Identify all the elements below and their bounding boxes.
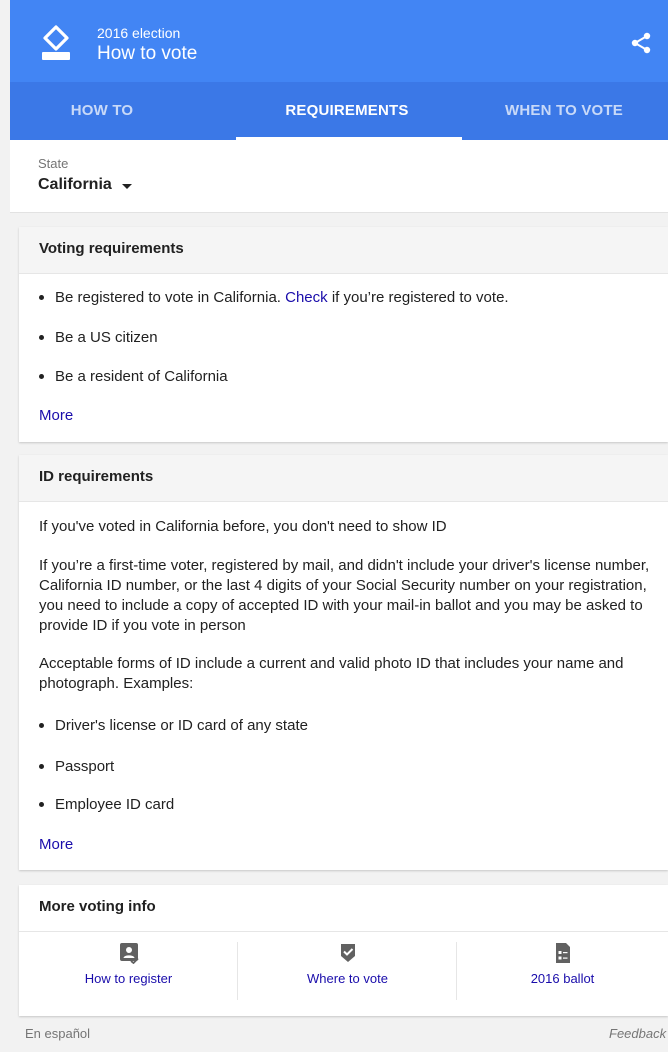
more-voting-info-row: How to register Where to vote 2016 ballo… bbox=[19, 932, 668, 1004]
ballot-2016-button[interactable]: 2016 ballot bbox=[457, 932, 668, 1004]
ballot-box-icon bbox=[42, 25, 70, 60]
voting-requirements-more-link[interactable]: More bbox=[39, 407, 73, 424]
header-title: How to vote bbox=[97, 43, 198, 64]
list-item: Passport bbox=[39, 758, 114, 775]
app-header: 2016 election How to vote bbox=[10, 0, 668, 82]
how-to-register-label: How to register bbox=[84, 971, 173, 986]
share-icon[interactable] bbox=[629, 31, 653, 55]
state-selector-panel: State California bbox=[10, 140, 668, 213]
bullet-text: Be a resident of California bbox=[55, 368, 228, 385]
bullet-text: Be registered to vote in California. bbox=[55, 289, 286, 306]
bullet-icon bbox=[39, 334, 44, 340]
header-subtitle: 2016 election bbox=[97, 25, 181, 41]
state-value: California bbox=[38, 176, 112, 193]
list-item: Be registered to vote in California. Che… bbox=[39, 289, 509, 306]
state-label: State bbox=[38, 156, 69, 171]
bullet-icon bbox=[39, 763, 44, 769]
more-voting-info-card: More voting info How to register Where t… bbox=[19, 885, 668, 1016]
bullet-icon bbox=[39, 722, 44, 728]
id-requirements-card: ID requirements If you've voted in Calif… bbox=[19, 455, 668, 870]
register-icon bbox=[119, 943, 139, 964]
bullet-text: if you’re registered to vote. bbox=[327, 289, 509, 306]
bullet-text: Driver's license or ID card of any state bbox=[55, 717, 308, 734]
id-paragraph-3: Acceptable forms of ID include a current… bbox=[39, 655, 624, 692]
id-requirements-heading: ID requirements bbox=[39, 468, 154, 485]
where-to-vote-label: Where to vote bbox=[307, 971, 388, 986]
id-paragraph-1: If you've voted in California before, yo… bbox=[39, 518, 447, 535]
list-item: Be a resident of California bbox=[39, 368, 228, 385]
state-dropdown[interactable]: California bbox=[38, 176, 132, 194]
bullet-text: Employee ID card bbox=[55, 796, 175, 813]
where-to-vote-button[interactable]: Where to vote bbox=[238, 932, 457, 1004]
voting-requirements-card: Voting requirements Be registered to vot… bbox=[19, 227, 668, 442]
voting-requirements-heading: Voting requirements bbox=[39, 240, 184, 257]
bullet-text: Be a US citizen bbox=[55, 329, 158, 346]
ballot-icon bbox=[555, 943, 570, 963]
list-item: Be a US citizen bbox=[39, 329, 158, 346]
tab-how-to[interactable]: HOW TO bbox=[10, 82, 234, 140]
tab-requirements[interactable]: REQUIREMENTS bbox=[234, 82, 462, 140]
feedback-link[interactable]: Feedback bbox=[609, 1026, 666, 1041]
tab-when-to-vote[interactable]: WHEN TO VOTE bbox=[460, 82, 668, 140]
language-link[interactable]: En español bbox=[25, 1026, 90, 1041]
list-item: Driver's license or ID card of any state bbox=[39, 717, 308, 734]
list-item: Employee ID card bbox=[39, 796, 174, 813]
id-paragraph-2: If you’re a first-time voter, registered… bbox=[39, 557, 650, 634]
bullet-icon bbox=[39, 294, 44, 300]
bullet-icon bbox=[39, 373, 44, 379]
check-registration-link[interactable]: Check bbox=[285, 289, 328, 306]
id-requirements-header: ID requirements bbox=[19, 455, 668, 502]
page: 2016 election How to vote HOW TO REQUIRE… bbox=[0, 0, 668, 1052]
bullet-icon bbox=[39, 801, 44, 807]
location-check-icon bbox=[340, 944, 355, 962]
how-to-register-button[interactable]: How to register bbox=[19, 932, 238, 1004]
bullet-text: Passport bbox=[55, 758, 115, 775]
id-requirements-more-link[interactable]: More bbox=[39, 836, 73, 853]
tab-bar: HOW TO REQUIREMENTS WHEN TO VOTE bbox=[10, 82, 668, 140]
dropdown-arrow-icon bbox=[121, 183, 132, 189]
ballot-2016-label: 2016 ballot bbox=[530, 971, 595, 986]
more-voting-info-heading: More voting info bbox=[39, 898, 156, 915]
more-voting-info-header: More voting info bbox=[19, 885, 668, 932]
voting-requirements-header: Voting requirements bbox=[19, 227, 668, 274]
